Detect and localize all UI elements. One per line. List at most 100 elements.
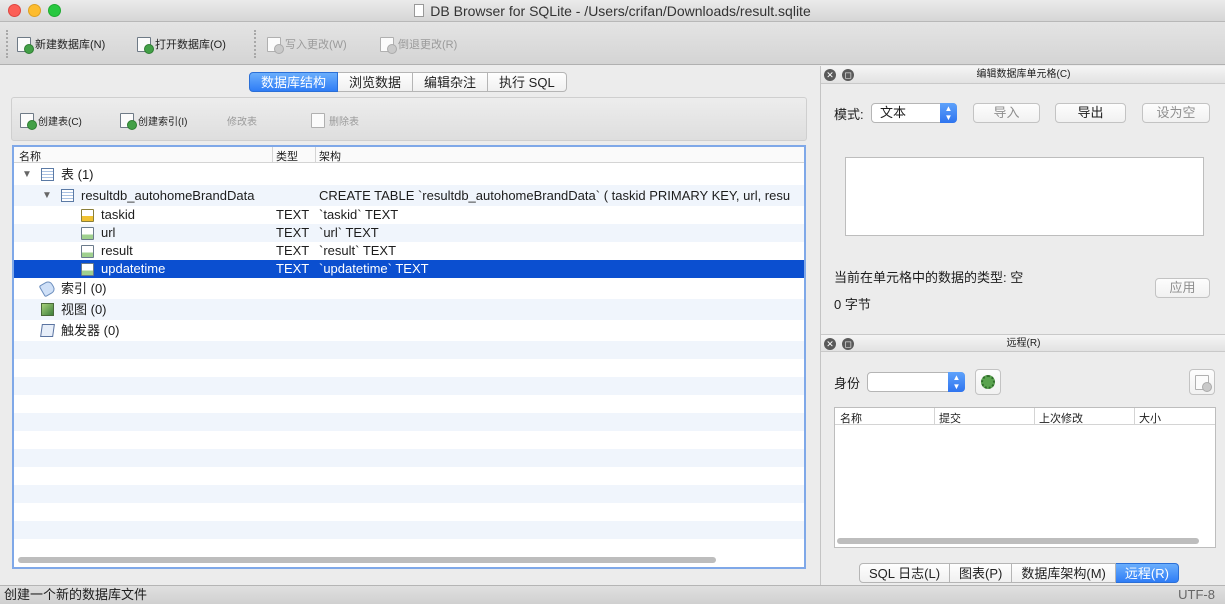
- tree-node-views[interactable]: 视图 (0): [14, 299, 804, 320]
- field-type: TEXT: [276, 207, 310, 222]
- revert-changes-button[interactable]: 倒退更改(R): [380, 35, 457, 54]
- column-header-schema[interactable]: 架构: [319, 148, 341, 164]
- tree-header: 名称 类型 架构: [14, 147, 804, 163]
- tree-node-field[interactable]: result TEXT `result` TEXT: [14, 242, 804, 260]
- window-title-area: DB Browser for SQLite - /Users/crifan/Do…: [0, 3, 1225, 19]
- new-database-button[interactable]: 新建数据库(N): [17, 35, 105, 54]
- right-dock: ✕ ◻ 编辑数据库单元格(C) 模式: 文本 ▲ ▼ 导入 导出 设为空 当前在单…: [820, 66, 1225, 585]
- apply-button[interactable]: 应用: [1155, 278, 1210, 298]
- tree-rows: ▼ 表 (1) ▼ resultdb_autohomeBrandData CRE…: [14, 164, 804, 557]
- identity-select[interactable]: ▲ ▼: [867, 372, 965, 392]
- tree-node-field[interactable]: url TEXT `url` TEXT: [14, 224, 804, 242]
- tree-node-field[interactable]: taskid TEXT `taskid` TEXT: [14, 206, 804, 224]
- field-schema: `url` TEXT: [319, 225, 379, 240]
- tables-node-label: 表 (1): [61, 167, 94, 182]
- toolbar-separator: [254, 30, 256, 58]
- field-type: TEXT: [276, 261, 310, 276]
- column-header-last-modified[interactable]: 上次修改: [1039, 410, 1083, 426]
- delete-table-button[interactable]: 删除表: [311, 111, 359, 129]
- column-divider: [1034, 408, 1035, 425]
- edit-cell-title: 编辑数据库单元格(C): [976, 69, 1071, 80]
- push-database-icon: [1195, 375, 1212, 392]
- close-dock-icon[interactable]: ✕: [824, 338, 836, 350]
- key-field-icon: [81, 209, 94, 222]
- collapse-arrow-icon[interactable]: ▼: [42, 185, 52, 206]
- open-database-button[interactable]: 打开数据库(O): [137, 35, 226, 54]
- import-button[interactable]: 导入: [973, 103, 1040, 123]
- identity-settings-button[interactable]: [975, 369, 1001, 395]
- tab-execute-sql[interactable]: 执行 SQL: [488, 72, 567, 92]
- tab-db-schema[interactable]: 数据库架构(M): [1012, 563, 1116, 583]
- push-database-button[interactable]: [1189, 369, 1215, 395]
- export-button[interactable]: 导出: [1055, 103, 1126, 123]
- gear-icon: [981, 375, 995, 389]
- select-stepper-icon: ▲ ▼: [940, 103, 957, 123]
- indexes-node-label: 索引 (0): [61, 281, 107, 296]
- empty-row: [14, 413, 804, 431]
- mode-select[interactable]: 文本 ▲ ▼: [871, 103, 957, 123]
- float-dock-icon[interactable]: ◻: [842, 338, 854, 350]
- column-divider: [315, 147, 316, 163]
- column-header-name[interactable]: 名称: [19, 148, 41, 164]
- create-table-button[interactable]: 创建表(C): [20, 111, 82, 130]
- edit-cell-dock-title: ✕ ◻ 编辑数据库单元格(C): [821, 66, 1225, 84]
- set-null-button[interactable]: 设为空: [1142, 103, 1210, 123]
- empty-row: [14, 521, 804, 539]
- create-index-label: 创建索引(I): [138, 116, 188, 128]
- horizontal-scrollbar[interactable]: [18, 557, 716, 563]
- tree-node-indexes[interactable]: 索引 (0): [14, 278, 804, 299]
- open-database-label: 打开数据库(O): [155, 39, 226, 51]
- tab-plot[interactable]: 图表(P): [950, 563, 1013, 583]
- schema-tree[interactable]: 名称 类型 架构 ▼ 表 (1) ▼ resultdb_autohomeBran…: [12, 145, 806, 569]
- tab-sql-log[interactable]: SQL 日志(L): [859, 563, 951, 583]
- remote-files-table[interactable]: 名称 提交 上次修改 大小: [834, 407, 1216, 548]
- cell-editor-textarea[interactable]: [845, 157, 1204, 236]
- float-dock-icon[interactable]: ◻: [842, 69, 854, 81]
- field-icon: [81, 263, 94, 276]
- new-database-icon: [17, 36, 34, 54]
- triggers-node-label: 触发器 (0): [61, 323, 120, 338]
- column-divider: [272, 147, 273, 163]
- create-index-button[interactable]: 创建索引(I): [120, 111, 188, 130]
- column-divider: [1134, 408, 1135, 425]
- empty-row: [14, 539, 804, 557]
- column-header-type[interactable]: 类型: [276, 148, 298, 164]
- open-database-icon: [137, 36, 154, 54]
- tree-node-table[interactable]: ▼ resultdb_autohomeBrandData CREATE TABL…: [14, 185, 804, 206]
- identity-label: 身份: [834, 376, 861, 391]
- modify-table-button[interactable]: 修改表: [227, 111, 257, 129]
- field-schema: `result` TEXT: [319, 243, 397, 258]
- horizontal-scrollbar[interactable]: [837, 538, 1199, 544]
- main-toolbar: 新建数据库(N) 打开数据库(O) 写入更改(W) 倒退更改(R): [0, 22, 1225, 65]
- empty-row: [14, 485, 804, 503]
- write-changes-button[interactable]: 写入更改(W): [267, 35, 347, 54]
- column-header-commit[interactable]: 提交: [939, 410, 961, 426]
- create-table-icon: [20, 112, 37, 130]
- empty-row: [14, 467, 804, 485]
- delete-table-icon: [311, 112, 325, 128]
- field-name: taskid: [101, 207, 135, 222]
- tree-node-triggers[interactable]: 触发器 (0): [14, 320, 804, 341]
- tree-node-tables[interactable]: ▼ 表 (1): [14, 164, 804, 185]
- tab-database-structure[interactable]: 数据库结构: [249, 72, 339, 92]
- table-name: resultdb_autohomeBrandData: [81, 188, 255, 203]
- tab-browse-data[interactable]: 浏览数据: [338, 72, 414, 92]
- index-tag-icon: [38, 279, 57, 298]
- close-dock-icon[interactable]: ✕: [824, 69, 836, 81]
- column-header-name[interactable]: 名称: [840, 410, 862, 426]
- field-icon: [81, 227, 94, 240]
- field-schema: `taskid` TEXT: [319, 207, 399, 222]
- bottom-dock-tabs: SQL 日志(L) 图表(P) 数据库架构(M) 远程(R): [859, 563, 1179, 583]
- mode-label: 模式:: [834, 107, 864, 122]
- remote-table-header: 名称 提交 上次修改 大小: [835, 408, 1215, 425]
- collapse-arrow-icon[interactable]: ▼: [22, 164, 32, 185]
- tab-remote[interactable]: 远程(R): [1115, 563, 1179, 583]
- column-header-size[interactable]: 大小: [1139, 410, 1161, 426]
- tree-node-field-selected[interactable]: updatetime TEXT `updatetime` TEXT: [14, 260, 804, 278]
- tab-edit-pragmas[interactable]: 编辑杂注: [413, 72, 489, 92]
- database-structure-pane: 数据库结构 浏览数据 编辑杂注 执行 SQL 创建表(C) 创建索引(I) 修改…: [0, 66, 819, 585]
- table-icon: [61, 189, 74, 202]
- field-schema: `updatetime` TEXT: [319, 261, 429, 276]
- empty-row: [14, 431, 804, 449]
- field-type: TEXT: [276, 243, 310, 258]
